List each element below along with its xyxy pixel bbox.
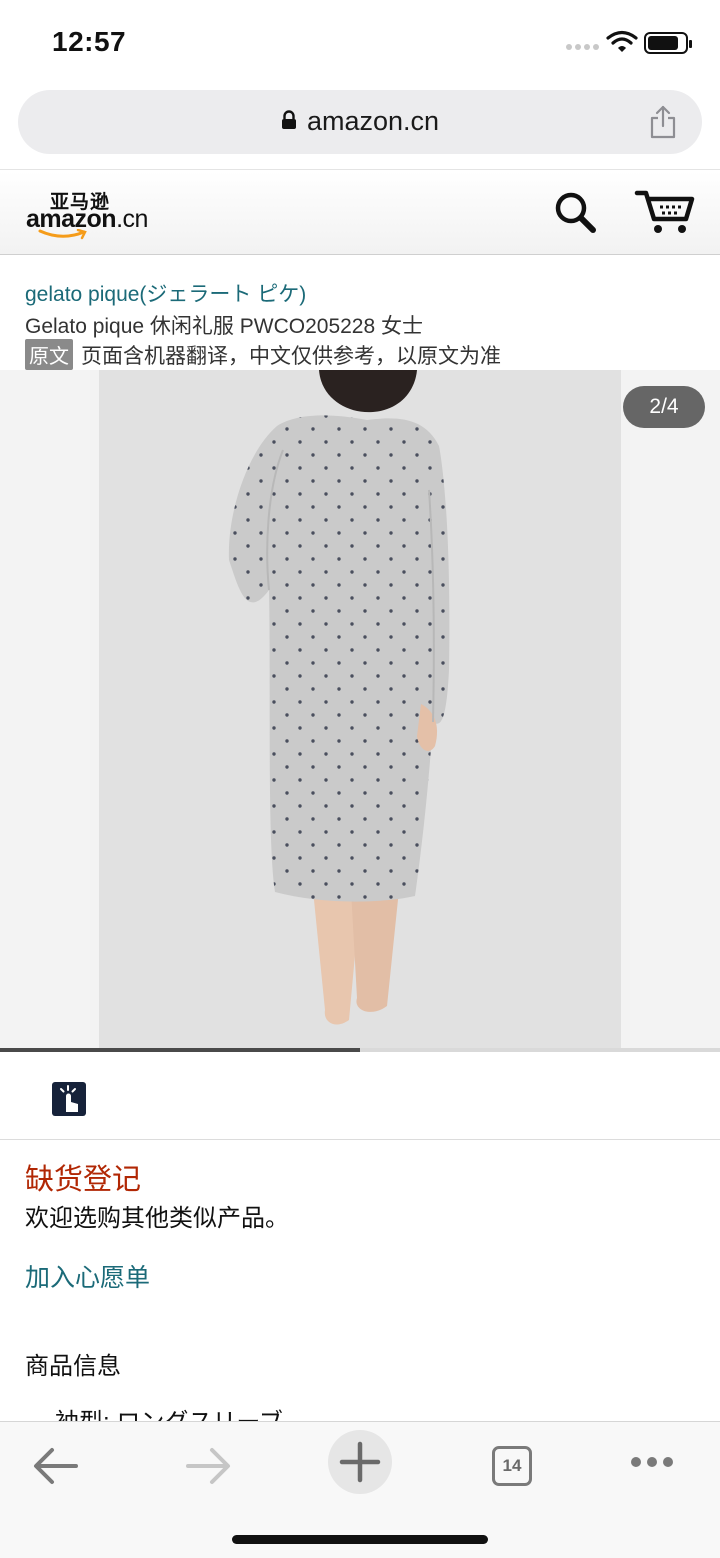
browser-toolbar: 14 <box>0 1421 720 1558</box>
brand-link[interactable]: gelato pique(ジェラート ピケ) <box>25 278 306 308</box>
battery-icon <box>644 32 692 54</box>
mt-notice-text: 页面含机器翻译，中文仅供参考，以原文为准 <box>81 344 501 368</box>
more-icon[interactable] <box>622 1434 686 1498</box>
product-info-heading: 商品信息 <box>25 1353 121 1380</box>
cellular-signal-icon <box>566 44 602 52</box>
tap-to-zoom-icon[interactable] <box>52 1082 86 1116</box>
availability-status: 缺货登记 <box>25 1164 142 1196</box>
product-image-gallery[interactable]: 2/4 <box>0 370 720 1050</box>
share-icon[interactable] <box>648 104 678 140</box>
url-field[interactable]: amazon.cn <box>18 90 702 154</box>
tabs-button[interactable]: 14 <box>480 1434 544 1498</box>
availability-message: 欢迎选购其他类似产品。 <box>25 1205 289 1232</box>
cart-icon[interactable] <box>634 187 696 237</box>
new-tab-button[interactable] <box>328 1430 392 1494</box>
forward-arrow-icon[interactable] <box>176 1434 240 1498</box>
search-icon[interactable] <box>552 189 598 235</box>
original-text-button[interactable]: 原文 <box>25 339 73 370</box>
image-counter: 2/4 <box>623 386 705 428</box>
model-back-view-image <box>99 370 621 1048</box>
add-to-wishlist-link[interactable]: 加入心愿单 <box>25 1258 150 1294</box>
browser-address-bar: amazon.cn <box>0 88 720 170</box>
url-text: amazon.cn <box>306 106 440 136</box>
machine-translation-notice: 原文 页面含机器翻译，中文仅供参考，以原文为准 <box>25 339 501 370</box>
back-arrow-icon[interactable] <box>24 1434 88 1498</box>
wifi-icon <box>606 30 638 52</box>
product-photo[interactable] <box>99 370 621 1048</box>
product-title: Gelato pique 休闲礼服 PWCO205228 女士 <box>25 315 423 338</box>
amazon-smile-icon <box>38 229 87 240</box>
home-indicator <box>232 1535 488 1544</box>
plus-icon <box>339 1441 381 1483</box>
tabs-count: 14 <box>492 1446 532 1486</box>
lock-icon <box>281 110 296 129</box>
status-bar: 12:57 <box>0 0 720 88</box>
status-time: 12:57 <box>52 26 127 57</box>
site-header: 亚马逊 amazon.cn <box>0 171 720 255</box>
image-tools-row <box>0 1052 720 1140</box>
